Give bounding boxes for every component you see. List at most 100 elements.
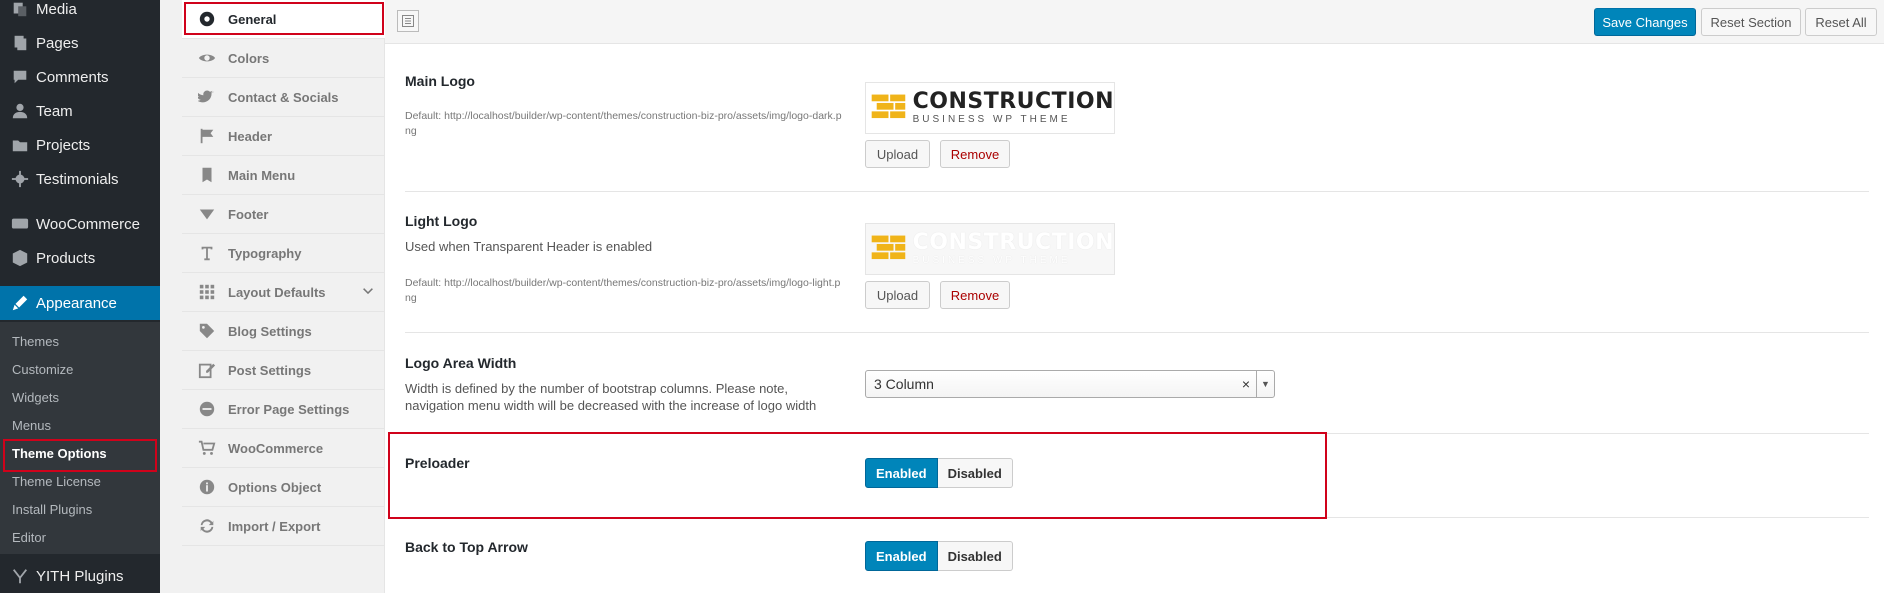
- grid-icon: [196, 283, 218, 301]
- menu-products[interactable]: Products: [0, 241, 160, 275]
- projects-icon: [8, 136, 32, 154]
- nav-woocommerce[interactable]: WooCommerce: [182, 429, 385, 468]
- save-changes-button[interactable]: Save Changes: [1594, 8, 1696, 36]
- nav-blog-settings[interactable]: Blog Settings: [182, 312, 385, 351]
- menu-label: WooCommerce: [36, 215, 140, 233]
- submenu-widgets[interactable]: Widgets: [12, 384, 59, 412]
- menu-woocommerce[interactable]: WooCommerce: [0, 207, 160, 241]
- light-logo-upload-button[interactable]: Upload: [865, 281, 930, 309]
- nav-layout-defaults[interactable]: Layout Defaults: [182, 273, 385, 312]
- menu-appearance[interactable]: Appearance: [0, 286, 160, 320]
- wp-admin-sidebar: Media Pages Comments Team Projects Testi…: [0, 0, 160, 593]
- field-subtitle: Used when Transparent Header is enabled: [405, 239, 653, 254]
- field-main-logo: Main Logo Default: http://localhost/buil…: [405, 44, 1869, 192]
- nav-footer[interactable]: Footer: [182, 195, 385, 234]
- menu-testimonials[interactable]: Testimonials: [0, 162, 160, 196]
- team-icon: [8, 102, 32, 120]
- logo-tagline: BUSINESS WP THEME: [912, 114, 1071, 125]
- submenu-editor[interactable]: Editor: [12, 524, 46, 552]
- field-title: Light Logo: [405, 213, 478, 229]
- reset-all-button[interactable]: Reset All: [1805, 8, 1877, 36]
- logo-bricks-icon: [871, 94, 906, 119]
- menu-projects[interactable]: Projects: [0, 128, 160, 162]
- logo-bricks-icon: [871, 235, 906, 260]
- nav-error-page-settings[interactable]: Error Page Settings: [182, 390, 385, 429]
- field-default: Default: http://localhost/builder/wp-con…: [405, 277, 841, 304]
- reset-section-button[interactable]: Reset Section: [1701, 8, 1801, 36]
- light-logo-preview: CONSTRUCTION BUSINESS WP THEME: [865, 223, 1115, 275]
- menu-media[interactable]: Media: [0, 0, 160, 26]
- tags-icon: [196, 322, 218, 340]
- chevron-down-icon[interactable]: ▼: [1256, 371, 1274, 397]
- minus-circle-icon: [196, 400, 218, 418]
- select-value: 3 Column: [874, 376, 934, 392]
- nav-label: Main Menu: [228, 167, 296, 183]
- menu-yith-plugins[interactable]: YITH Plugins: [0, 559, 160, 593]
- back-to-top-disabled-button[interactable]: Disabled: [937, 541, 1013, 571]
- nav-post-settings[interactable]: Post Settings: [182, 351, 385, 390]
- menu-pages[interactable]: Pages: [0, 26, 160, 60]
- menu-label: Appearance: [36, 294, 117, 312]
- refresh-icon: [196, 517, 218, 535]
- field-title: Back to Top Arrow: [405, 539, 528, 555]
- comments-icon: [8, 68, 32, 86]
- nav-options-object[interactable]: Options Object: [182, 468, 385, 507]
- nav-label: Options Object: [228, 479, 322, 495]
- pages-icon: [8, 34, 32, 52]
- main-logo-upload-button[interactable]: Upload: [865, 140, 930, 168]
- nav-label: Layout Defaults: [228, 284, 326, 300]
- yith-icon: [8, 567, 32, 585]
- submenu-customize[interactable]: Customize: [12, 356, 73, 384]
- testimonials-icon: [8, 170, 32, 188]
- nav-import-export[interactable]: Import / Export: [182, 507, 385, 546]
- main-logo-remove-button[interactable]: Remove: [940, 140, 1010, 168]
- products-icon: [8, 249, 32, 267]
- info-icon: [196, 478, 218, 496]
- main-logo-preview: CONSTRUCTION BUSINESS WP THEME: [865, 82, 1115, 134]
- clear-icon[interactable]: ×: [1242, 376, 1250, 392]
- menu-label: Pages: [36, 34, 79, 52]
- appearance-icon: [8, 294, 32, 312]
- logo-width-select[interactable]: 3 Column × ▼: [865, 370, 1275, 398]
- field-default: Default: http://localhost/builder/wp-con…: [405, 110, 842, 137]
- expand-options-icon[interactable]: [397, 10, 419, 32]
- field-back-to-top: Back to Top Arrow Enabled Disabled: [405, 518, 1869, 593]
- logo-word: CONSTRUCTION: [912, 89, 1114, 114]
- nav-main-menu[interactable]: Main Menu: [182, 156, 385, 195]
- nav-label: WooCommerce: [228, 440, 324, 456]
- field-title: Logo Area Width: [405, 355, 517, 371]
- field-logo-area-width: Logo Area Width Width is defined by the …: [405, 333, 1869, 434]
- field-subtitle: Width is defined by the number of bootst…: [405, 381, 817, 413]
- highlight-theme-options: [3, 439, 157, 472]
- field-light-logo: Light Logo Used when Transparent Header …: [405, 192, 1869, 333]
- nav-label: Contact & Socials: [228, 89, 339, 105]
- cart-icon: [196, 439, 218, 457]
- field-title: Main Logo: [405, 73, 475, 89]
- nav-label: Blog Settings: [228, 323, 312, 339]
- light-logo-remove-button[interactable]: Remove: [940, 281, 1010, 309]
- submenu-themes[interactable]: Themes: [12, 328, 59, 356]
- nav-label: Footer: [228, 206, 269, 222]
- nav-contact-socials[interactable]: Contact & Socials: [182, 78, 385, 117]
- back-to-top-toggle: Enabled Disabled: [865, 541, 1013, 571]
- options-nav: General Colors Contact & Socials Header …: [182, 0, 385, 593]
- highlight-general: [184, 2, 384, 35]
- menu-label: Media: [36, 0, 77, 18]
- book-icon: [196, 166, 218, 184]
- menu-label: Projects: [36, 136, 91, 154]
- back-to-top-enabled-button[interactable]: Enabled: [865, 541, 938, 571]
- nav-colors[interactable]: Colors: [182, 39, 385, 78]
- submenu-theme-license[interactable]: Theme License: [12, 468, 101, 496]
- nav-label: Post Settings: [228, 362, 312, 378]
- flag-icon: [196, 127, 218, 145]
- menu-label: Team: [36, 102, 73, 120]
- nav-label: Colors: [228, 50, 270, 66]
- nav-header[interactable]: Header: [182, 117, 385, 156]
- menu-team[interactable]: Team: [0, 94, 160, 128]
- chevron-down-icon[interactable]: [361, 285, 375, 302]
- submenu-install-plugins[interactable]: Install Plugins: [12, 496, 92, 524]
- submenu-menus[interactable]: Menus: [12, 412, 51, 440]
- nav-typography[interactable]: Typography: [182, 234, 385, 273]
- menu-comments[interactable]: Comments: [0, 60, 160, 94]
- nav-label: Header: [228, 128, 273, 144]
